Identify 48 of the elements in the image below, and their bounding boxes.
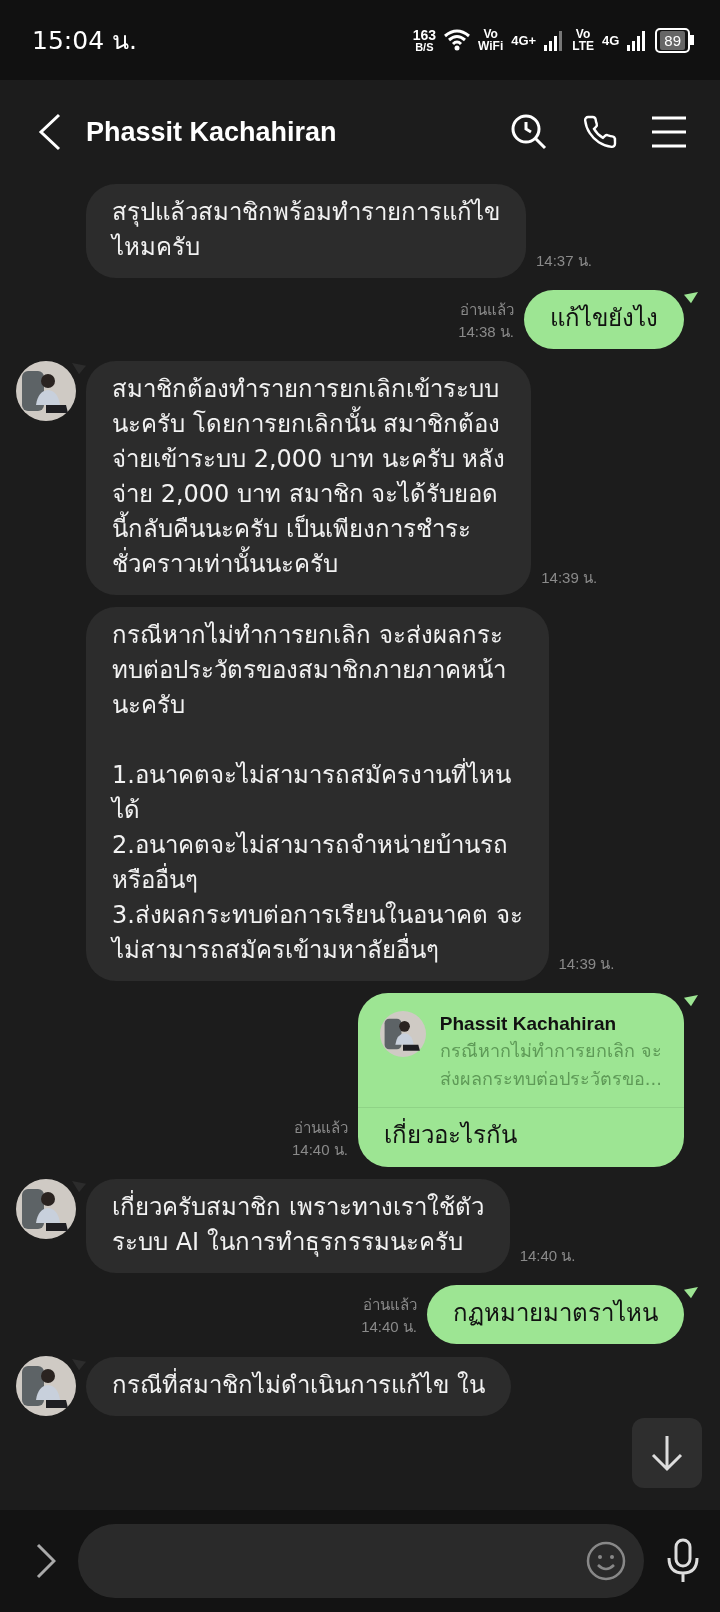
message-text: สมาชิกต้องทำรายการยกเลิกเข้าระบบ นะครับ โดยการยกเลิกนั้น สมาชิกต้อง จ่ายเข้าระบบ 2,000 บาท นะครับ หลัง จ่าย 2,000 บาท สมาชิก จะได้รับยอด นี้กลับคืนนะครับ เป็นเพียงการชำระ ชั่วคราวเท่านั้นนะครับ bbox=[111, 374, 507, 580]
network-speed: 163 bbox=[412, 27, 437, 42]
expand-button[interactable] bbox=[36, 1543, 56, 1579]
volte-label: LTE bbox=[572, 40, 594, 52]
network-type: 4G+ bbox=[511, 32, 537, 48]
signal-icon bbox=[544, 29, 565, 51]
quoted-message[interactable]: Phassit Kachahiran กรณีหากไม่ทำการยกเลิก จะ ส่งผลกระทบต่อประวัตรขอ... bbox=[357, 993, 684, 1108]
message-time: 14:40 น. bbox=[361, 1317, 417, 1337]
call-button[interactable] bbox=[582, 114, 618, 150]
avatar[interactable] bbox=[16, 1356, 76, 1416]
vowifi-label: Vo bbox=[483, 28, 498, 40]
down-arrow-icon bbox=[650, 1434, 684, 1472]
chat-title: Phassit Kachahiran bbox=[86, 116, 338, 148]
read-receipt: อ่านแล้ว bbox=[460, 300, 514, 320]
volte-label: Vo bbox=[575, 28, 591, 40]
network-type: 4G bbox=[601, 32, 620, 48]
back-button[interactable] bbox=[38, 113, 62, 151]
message-time: 14:37 น. bbox=[536, 251, 592, 271]
microphone-button[interactable] bbox=[666, 1538, 700, 1584]
speed-unit: B/S bbox=[415, 41, 434, 53]
signal-icon bbox=[627, 29, 648, 51]
message-text: สรุปแล้วสมาชิกพร้อมทำรายการแก้ไข ไหมครับ bbox=[109, 197, 501, 263]
message-time: 14:40 น. bbox=[291, 1140, 348, 1160]
quoted-sender: Phassit Kachahiran bbox=[439, 1012, 618, 1036]
quoted-text: กรณีหากไม่ทำการยกเลิก จะ ส่งผลกระทบต่อประวัตรขอ... bbox=[439, 1039, 662, 1091]
avatar[interactable] bbox=[16, 361, 76, 421]
menu-button[interactable] bbox=[652, 116, 686, 148]
avatar[interactable] bbox=[379, 1011, 426, 1057]
message-text: กฏหมายมาตราไหน bbox=[452, 1298, 659, 1329]
message-time: 14:39 น. bbox=[558, 954, 615, 974]
avatar[interactable] bbox=[16, 1179, 76, 1239]
message-time: 14:38 น. bbox=[458, 322, 514, 342]
message-time: 14:39 น. bbox=[541, 568, 598, 588]
battery-level: 89 bbox=[660, 30, 685, 50]
message-text: กรณีที่สมาชิกไม่ดำเนินการแก้ไข ใน bbox=[86, 1357, 511, 1416]
wifi-icon bbox=[444, 29, 471, 51]
message-text: เกี่ยวครับสมาชิก เพราะทางเราใช้ตัว ระบบ AI ในการทำธุรกรรมนะครับ bbox=[86, 1179, 510, 1273]
vowifi-label: WiFi bbox=[478, 40, 504, 52]
read-receipt: อ่านแล้ว bbox=[363, 1295, 417, 1315]
clock: 15:04 น. bbox=[32, 25, 137, 57]
message-text: เกี่ยวอะไรกัน bbox=[357, 1108, 684, 1167]
scroll-down-button[interactable] bbox=[632, 1418, 702, 1488]
message-text: แก้ไขยังไง bbox=[549, 303, 659, 334]
read-receipt: อ่านแล้ว bbox=[293, 1118, 348, 1138]
search-history-button[interactable] bbox=[510, 113, 548, 151]
message-time: 14:40 น. bbox=[519, 1246, 576, 1266]
emoji-button[interactable] bbox=[586, 1541, 626, 1581]
message-text: กรณีหากไม่ทำการยกเลิก จะส่งผลกระ ทบต่อประวัตรของสมาชิกภายภาคหน้า นะครับ 1.อนาคตจะไม่สามารถสมัครงานที่ไหน ได้ 2.อนาคตจะไม่สามารถจำหน่ายบ้านรถ หรืออื่นๆ 3.ส่งผลกระทบต่อการเรียนในอนาคต จะ ไม่สามารถสมัครเข้ามหาลัยอื่นๆ bbox=[109, 620, 524, 966]
